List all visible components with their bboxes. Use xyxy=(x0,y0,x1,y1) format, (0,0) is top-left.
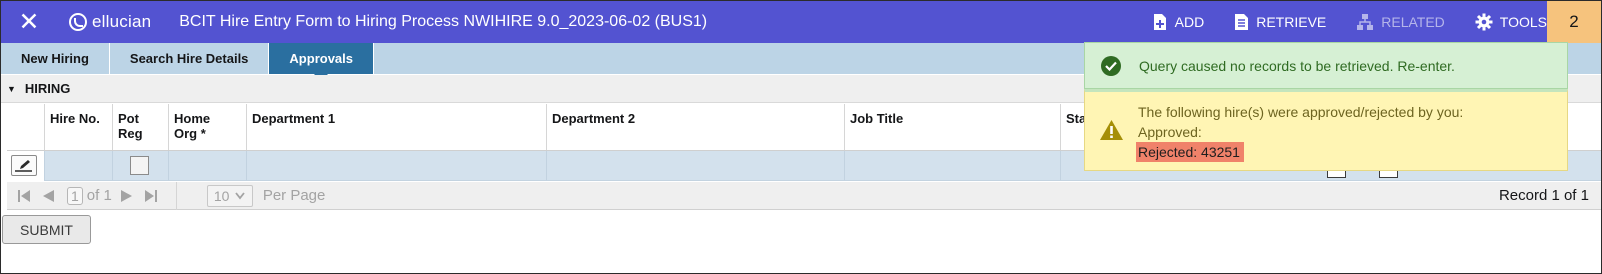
logo-text: ellucian xyxy=(92,12,152,31)
retrieve-document-icon xyxy=(1235,14,1249,30)
cell-pot-reg xyxy=(113,151,169,181)
pagination-bar: 1 of 1 10 Per Page Record 1 of 1 xyxy=(7,181,1601,210)
col-header-pot-label: Pot xyxy=(118,111,139,126)
col-header-department-2-label: Department 2 xyxy=(552,111,636,126)
grid-header-select xyxy=(7,104,45,150)
toolbar: ADD RETRIEVE RELATED TOOLS xyxy=(1122,1,1547,43)
next-page-icon[interactable] xyxy=(120,189,134,203)
col-header-hire-no[interactable]: Hire No. xyxy=(45,104,113,150)
tab-new-hiring[interactable]: New Hiring xyxy=(1,43,110,74)
cell-job-title[interactable] xyxy=(845,151,1061,181)
col-header-reg-label: Reg xyxy=(118,126,143,141)
check-circle-icon xyxy=(1101,55,1121,76)
add-button[interactable]: ADD xyxy=(1152,13,1205,31)
col-header-department-2[interactable]: Department 2 xyxy=(547,104,845,150)
notification-count-badge[interactable]: 2 xyxy=(1547,1,1601,43)
col-header-org-label: Org * xyxy=(174,126,206,141)
page-of-label: of 1 xyxy=(86,187,112,204)
edit-pencil-icon xyxy=(15,159,32,172)
related-button[interactable]: RELATED xyxy=(1356,13,1445,31)
row-edit-button[interactable] xyxy=(11,155,37,176)
retrieve-button[interactable]: RETRIEVE xyxy=(1234,13,1326,31)
col-header-job-title[interactable]: Job Title xyxy=(845,104,1061,150)
page-title: BCIT Hire Entry Form to Hiring Process N… xyxy=(179,13,708,30)
cell-hire-no[interactable] xyxy=(45,151,113,181)
warning-triangle-icon xyxy=(1100,120,1123,140)
cell-department-1[interactable] xyxy=(247,151,547,181)
tools-button[interactable]: TOOLS xyxy=(1475,13,1547,31)
sitemap-icon xyxy=(1357,14,1374,30)
per-page-value: 10 xyxy=(213,187,230,204)
col-header-home-org[interactable]: Home Org * xyxy=(169,104,247,150)
app-header: ✕ ellucian BCIT Hire Entry Form to Hirin… xyxy=(1,1,1601,43)
notification-panel: Query caused no records to be retrieved.… xyxy=(1084,42,1568,171)
collapse-caret-icon[interactable]: ▼ xyxy=(7,84,16,94)
section-title: HIRING xyxy=(24,81,71,96)
cell-home-org[interactable] xyxy=(169,151,247,181)
ellucian-logo[interactable]: ellucian xyxy=(69,12,151,32)
tab-search-hire-details[interactable]: Search Hire Details xyxy=(110,43,270,74)
col-header-hire-no-label: Hire No. xyxy=(50,111,100,126)
col-header-pot-reg[interactable]: Pot Reg xyxy=(113,104,169,150)
chevron-down-icon xyxy=(235,191,246,199)
previous-page-icon[interactable] xyxy=(41,189,55,203)
related-label: RELATED xyxy=(1381,14,1445,30)
warning-notification[interactable]: The following hire(s) were approved/reje… xyxy=(1084,89,1568,171)
last-page-icon[interactable] xyxy=(144,189,158,203)
close-button[interactable]: ✕ xyxy=(1,1,57,43)
col-header-job-title-label: Job Title xyxy=(850,111,904,126)
col-header-department-1[interactable]: Department 1 xyxy=(247,104,547,150)
ellucian-logo-icon xyxy=(69,13,87,31)
first-page-icon[interactable] xyxy=(17,189,31,203)
record-count: Record 1 of 1 xyxy=(1498,187,1589,204)
add-document-icon xyxy=(1153,14,1166,30)
retrieve-label: RETRIEVE xyxy=(1256,14,1327,30)
tools-label: TOOLS xyxy=(1499,14,1547,30)
submit-button[interactable]: SUBMIT xyxy=(2,215,91,244)
warning-message-line1: The following hire(s) were approved/reje… xyxy=(1138,104,1464,120)
pot-reg-checkbox[interactable] xyxy=(130,156,149,175)
success-message: Query caused no records to be retrieved.… xyxy=(1139,57,1455,74)
tab-approvals[interactable]: Approvals xyxy=(269,43,374,81)
close-icon: ✕ xyxy=(18,8,40,36)
col-header-home-label: Home xyxy=(174,111,211,126)
row-edit-cell xyxy=(7,151,45,181)
gear-icon xyxy=(1475,13,1493,31)
add-label: ADD xyxy=(1174,14,1205,30)
per-page-select[interactable]: 10 xyxy=(206,184,253,207)
warning-message-rejected: Rejected: 43251 xyxy=(1136,142,1244,162)
warning-message-approved: Approved: xyxy=(1138,124,1202,140)
pager-divider xyxy=(175,181,177,210)
col-header-department-1-label: Department 1 xyxy=(252,111,336,126)
page-number-input[interactable]: 1 xyxy=(67,186,83,205)
success-notification[interactable]: Query caused no records to be retrieved.… xyxy=(1084,42,1568,89)
cell-department-2[interactable] xyxy=(547,151,845,181)
per-page-label: Per Page xyxy=(262,187,326,204)
